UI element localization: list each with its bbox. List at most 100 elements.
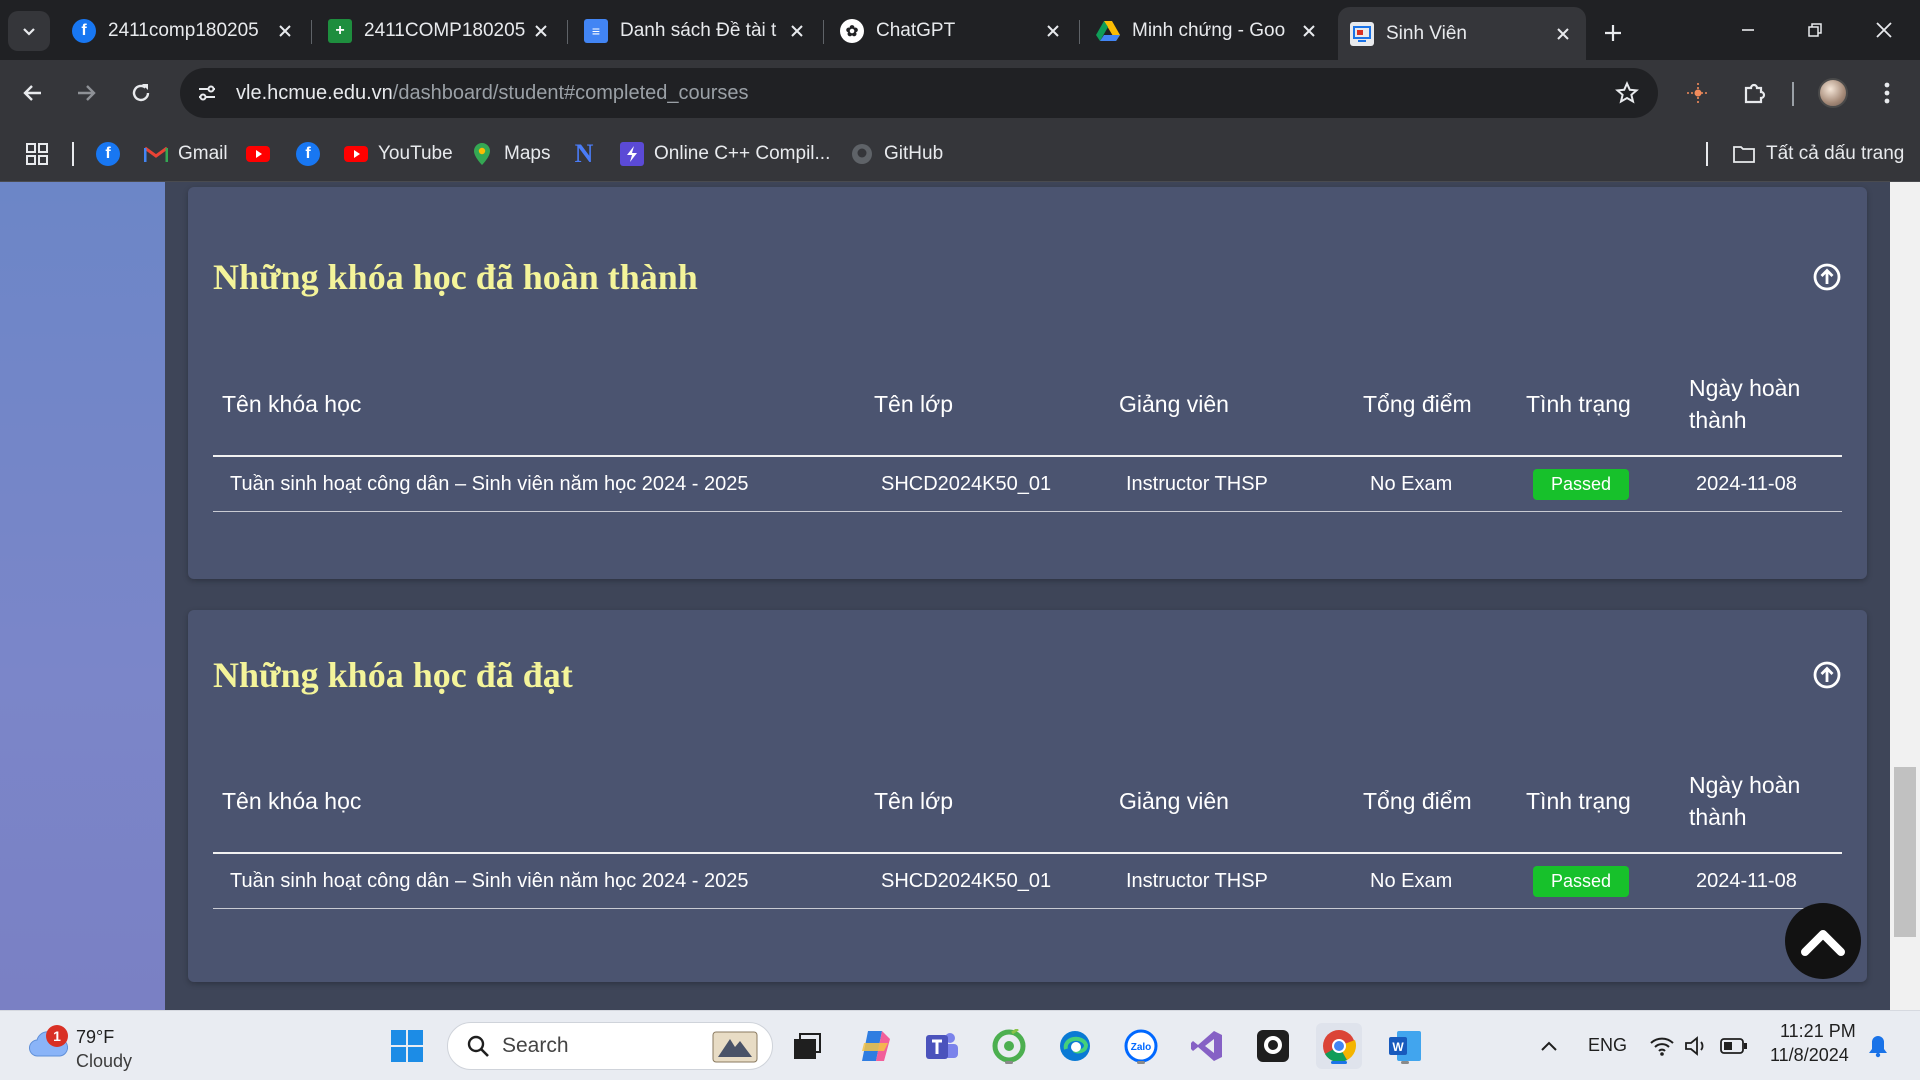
collapse-section-button[interactable]: [1812, 262, 1842, 292]
close-tab-icon[interactable]: [1298, 20, 1320, 42]
table-header: Tên khóa học Tên lớp Giảng viên Tổng điể…: [213, 357, 1842, 457]
arrow-right-icon: [78, 85, 96, 101]
close-tab-icon[interactable]: [1552, 23, 1574, 45]
column-header: Tên khóa học: [222, 788, 362, 814]
clock-date[interactable]: 11/8/2024: [1770, 1045, 1849, 1066]
search-icon: [467, 1035, 489, 1057]
courses-table: Tên khóa học Tên lớp Giảng viên Tổng điể…: [213, 357, 1842, 512]
visual-studio-app[interactable]: [1184, 1023, 1230, 1069]
close-tab-icon[interactable]: [786, 20, 808, 42]
battery-icon: [1720, 1038, 1747, 1054]
browser-toolbar: vle.hcmue.edu.vn/dashboard/student#compl…: [0, 60, 1920, 126]
collapse-section-button[interactable]: [1812, 660, 1842, 690]
tab-facebook[interactable]: f 2411comp180205: [60, 11, 308, 51]
column-header: Ngày hoàn thành: [1689, 772, 1801, 830]
all-bookmarks-button[interactable]: Tất cả dấu trang: [1732, 138, 1904, 170]
teams-app[interactable]: [919, 1023, 965, 1069]
tab-separator: [567, 20, 568, 44]
notifications-button[interactable]: [1856, 1023, 1900, 1069]
tab-drive[interactable]: Minh chứng - Goo: [1084, 11, 1332, 51]
copilot-app[interactable]: [853, 1023, 899, 1069]
bookmark-label: Maps: [504, 143, 551, 164]
bookmark-github[interactable]: GitHub: [850, 138, 943, 170]
restore-button[interactable]: [1792, 8, 1838, 52]
course-name-cell: Tuần sinh hoạt công dân – Sinh viên năm …: [230, 473, 749, 495]
word-app[interactable]: W: [1382, 1023, 1428, 1069]
notification-badge: 1: [46, 1025, 68, 1047]
bookmark-maps[interactable]: Maps: [470, 138, 550, 170]
scrollbar-thumb[interactable]: [1894, 767, 1916, 937]
column-header: Tên lớp: [874, 391, 954, 417]
bookmark-facebook-2[interactable]: f: [296, 138, 330, 170]
running-indicator: [1401, 1061, 1409, 1064]
bookmark-label: GitHub: [884, 143, 944, 164]
running-indicator: [1331, 1061, 1347, 1064]
start-button[interactable]: [384, 1023, 430, 1069]
word-icon: W: [1389, 1031, 1421, 1061]
extension-share-button[interactable]: [1678, 74, 1716, 112]
bookmark-youtube-1[interactable]: [246, 138, 280, 170]
address-bar[interactable]: vle.hcmue.edu.vn/dashboard/student#compl…: [180, 68, 1658, 118]
column-header: Ngày hoàn thành: [1689, 375, 1801, 433]
bookmarks-separator: [72, 142, 74, 166]
tab-sinh-vien[interactable]: Sinh Viên: [1338, 7, 1586, 60]
input-language[interactable]: ENG: [1588, 1035, 1627, 1056]
bookmarks-separator: [1706, 142, 1708, 166]
github-desktop-app[interactable]: [1250, 1023, 1296, 1069]
close-tab-icon[interactable]: [1042, 20, 1064, 42]
menu-button[interactable]: [1868, 74, 1906, 112]
column-header: Tên khóa học: [222, 391, 362, 417]
weather-widget[interactable]: 1 79°F Cloudy: [24, 1019, 204, 1073]
youtube-icon: [246, 142, 270, 166]
chrome-app[interactable]: [1316, 1023, 1362, 1069]
back-button[interactable]: [14, 74, 52, 112]
arrow-up-circle-icon: [1813, 661, 1841, 689]
new-tab-button[interactable]: [1596, 16, 1630, 50]
coccoc-icon: [992, 1029, 1026, 1063]
tab-sheets[interactable]: + 2411COMP180205: [316, 11, 564, 51]
zalo-app[interactable]: Zalo: [1118, 1023, 1164, 1069]
extensions-button[interactable]: [1735, 74, 1773, 112]
tab-title: ChatGPT: [876, 20, 956, 41]
column-header: Giảng viên: [1119, 788, 1229, 814]
tab-separator: [823, 20, 824, 44]
reload-button[interactable]: [122, 74, 160, 112]
bookmark-facebook-1[interactable]: f: [96, 138, 130, 170]
task-view-button[interactable]: [784, 1023, 830, 1069]
bookmark-online-cpp[interactable]: Online C++ Compil...: [620, 138, 830, 170]
web-page: Những khóa học đã hoàn thành Tên khóa họ…: [0, 182, 1920, 1010]
battery-status[interactable]: [1712, 1023, 1756, 1069]
profile-button[interactable]: [1814, 74, 1852, 112]
coccoc-app[interactable]: [986, 1023, 1032, 1069]
minimize-button[interactable]: [1725, 8, 1771, 52]
forward-button[interactable]: [67, 74, 105, 112]
taskbar-search[interactable]: Search: [447, 1022, 773, 1070]
apps-button[interactable]: [26, 138, 48, 170]
bookmark-notion[interactable]: N: [572, 138, 606, 170]
windows-logo-icon: [391, 1030, 423, 1062]
bookmark-label: Gmail: [178, 143, 228, 164]
tab-chatgpt[interactable]: ✿ ChatGPT: [828, 11, 1076, 51]
bookmark-gmail[interactable]: Gmail: [144, 138, 228, 170]
svg-text:Zalo: Zalo: [1131, 1042, 1152, 1053]
tab-search-button[interactable]: [8, 11, 50, 51]
show-hidden-icons-button[interactable]: [1526, 1023, 1572, 1069]
tab-title: 2411COMP180205: [364, 20, 526, 41]
clock-time[interactable]: 11:21 PM: [1780, 1021, 1856, 1042]
bookmark-star-button[interactable]: [1612, 78, 1642, 108]
edge-app[interactable]: [1052, 1023, 1098, 1069]
page-scrollbar[interactable]: [1890, 182, 1920, 1010]
close-tab-icon[interactable]: [530, 20, 552, 42]
site-info-icon[interactable]: [190, 76, 224, 110]
notion-n-icon: N: [574, 139, 594, 168]
close-window-button[interactable]: [1861, 8, 1907, 52]
tab-docs[interactable]: ≡ Danh sách Đề tài t: [572, 11, 820, 51]
restore-icon: [1808, 23, 1822, 37]
weather-condition: Cloudy: [76, 1051, 133, 1071]
close-tab-icon[interactable]: [274, 20, 296, 42]
bookmark-youtube[interactable]: YouTube: [344, 138, 453, 170]
completion-date-cell: 2024-11-08: [1696, 473, 1797, 495]
tab-title: Danh sách Đề tài t: [620, 20, 777, 41]
back-to-top-button[interactable]: [1785, 903, 1861, 979]
plus-icon: [1605, 25, 1621, 41]
